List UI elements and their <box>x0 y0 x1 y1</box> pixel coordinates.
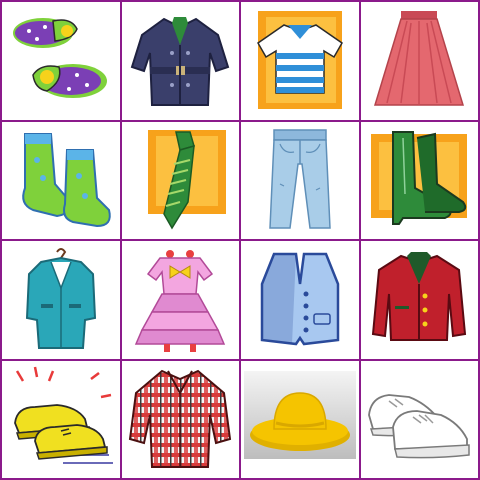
card-high-heel-boot[interactable] <box>360 121 478 239</box>
hat-icon <box>243 371 356 460</box>
card-necktie[interactable] <box>121 121 239 239</box>
card-red-jacket[interactable] <box>360 241 478 359</box>
card-shoes[interactable] <box>2 360 120 478</box>
striped-shirt-icon <box>256 10 343 109</box>
card-skirt[interactable] <box>360 2 478 120</box>
card-suit[interactable] <box>2 241 120 359</box>
slippers-icon <box>12 17 107 98</box>
suit-icon <box>25 247 96 349</box>
plaid-shirt-icon <box>129 370 232 469</box>
sneakers-icon <box>368 394 470 459</box>
red-jacket-icon <box>372 251 467 341</box>
card-trench-coat[interactable] <box>121 2 239 120</box>
shoes-icon <box>13 367 113 465</box>
card-plaid-shirt[interactable] <box>121 360 239 478</box>
card-dress[interactable] <box>121 241 239 359</box>
trench-coat-icon <box>131 16 230 106</box>
socks-icon <box>22 133 111 228</box>
jeans-icon <box>268 129 331 229</box>
card-vest[interactable] <box>241 241 359 359</box>
card-socks[interactable] <box>2 121 120 239</box>
dress-icon <box>135 249 226 352</box>
card-slippers[interactable] <box>2 2 120 120</box>
high-heel-boot-icon <box>371 131 468 226</box>
card-striped-shirt[interactable] <box>241 2 359 120</box>
necktie-icon <box>148 130 227 230</box>
vest-icon <box>260 252 339 346</box>
skirt-icon <box>374 10 465 106</box>
card-jeans[interactable] <box>241 121 359 239</box>
clothing-picture-grid <box>0 0 480 480</box>
card-sneakers[interactable] <box>360 360 478 478</box>
card-hat[interactable] <box>241 360 359 478</box>
